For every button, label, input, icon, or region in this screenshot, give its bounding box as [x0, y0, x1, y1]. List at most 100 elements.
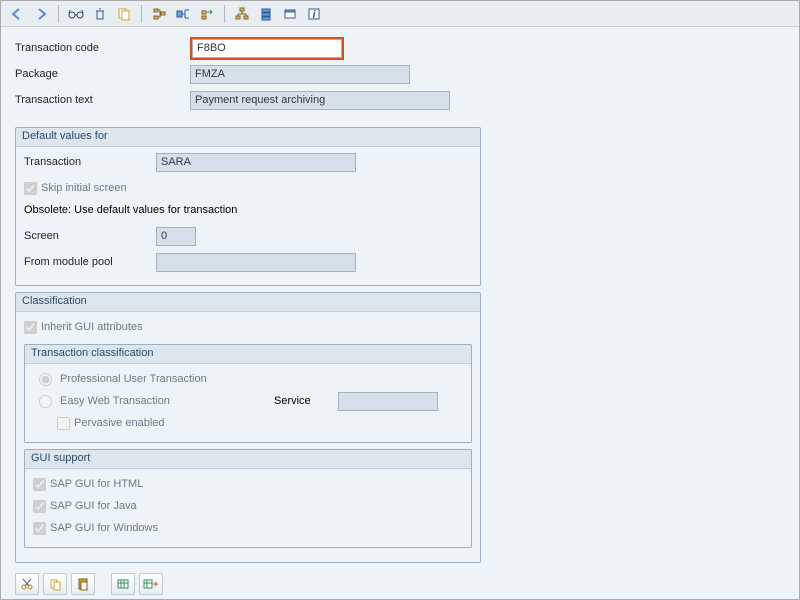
- table1-button[interactable]: [111, 573, 135, 595]
- hierarchy-button[interactable]: [232, 4, 252, 24]
- trash-icon: [93, 7, 107, 21]
- stack-button[interactable]: [256, 4, 276, 24]
- clipboard-copy-icon: [48, 577, 62, 591]
- table-icon: [116, 577, 130, 591]
- defaults-group: Default values for Transaction Skip init…: [15, 127, 481, 286]
- arrow-right-icon: [34, 7, 48, 21]
- copy-icon: [117, 7, 131, 21]
- gui-java-row: SAP GUI for Java: [33, 495, 463, 517]
- package-row: Package: [15, 63, 785, 85]
- classification-body: Inherit GUI attributes Transaction class…: [16, 311, 480, 562]
- ttext-row: Transaction text: [15, 89, 785, 111]
- transaction-label: Transaction: [24, 156, 156, 168]
- separator: [58, 5, 59, 23]
- hierarchy-icon: [235, 7, 249, 21]
- hierarchy-left-icon: [152, 7, 166, 21]
- toolbar: i: [1, 1, 799, 27]
- scissors-icon: [20, 577, 34, 591]
- gui-win-label: SAP GUI for Windows: [50, 522, 158, 534]
- ttext-input: [190, 91, 450, 110]
- glasses-icon: [68, 8, 84, 20]
- gui-body: SAP GUI for HTML SAP GUI for Java SAP GU…: [25, 468, 471, 547]
- defaults-body: Transaction Skip initial screen Obsolete…: [16, 146, 480, 285]
- skip-label: Skip initial screen: [41, 182, 127, 194]
- gui-win-row: SAP GUI for Windows: [33, 517, 463, 539]
- tcode-row: Transaction code: [15, 37, 785, 59]
- prof-row: Professional User Transaction: [33, 368, 463, 390]
- copy-button[interactable]: [114, 4, 134, 24]
- gui-win-checkbox: [33, 522, 46, 535]
- gui-group: GUI support SAP GUI for HTML SAP GUI for…: [24, 449, 472, 548]
- gui-java-label: SAP GUI for Java: [50, 500, 137, 512]
- obsolete-row: Obsolete: Use default values for transac…: [24, 199, 472, 221]
- pervasive-label: Pervasive enabled: [74, 417, 165, 429]
- tclass-body: Professional User Transaction Easy Web T…: [25, 363, 471, 442]
- forward-button[interactable]: [31, 4, 51, 24]
- screen-row: Screen: [24, 225, 472, 247]
- nav-arrow-icon: [200, 7, 214, 21]
- arrow-left-icon: [10, 7, 24, 21]
- clipboard-paste-icon: [76, 577, 90, 591]
- easy-label: Easy Web Transaction: [60, 395, 270, 407]
- prof-label: Professional User Transaction: [60, 373, 207, 385]
- defaults-title: Default values for: [22, 130, 108, 142]
- transaction-row: Transaction: [24, 151, 472, 173]
- frommp-label: From module pool: [24, 256, 156, 268]
- inherit-label: Inherit GUI attributes: [41, 321, 143, 333]
- tclass-title: Transaction classification: [31, 347, 153, 359]
- prof-radio: [39, 373, 52, 386]
- tcode-label: Transaction code: [15, 42, 190, 54]
- table-arrow-icon: [143, 577, 159, 591]
- bottom-toolbar: [15, 573, 163, 595]
- skip-row: Skip initial screen: [24, 177, 472, 199]
- table2-button[interactable]: [139, 573, 163, 595]
- inherit-row: Inherit GUI attributes: [24, 316, 472, 338]
- package-label: Package: [15, 68, 190, 80]
- variant-button[interactable]: [280, 4, 300, 24]
- info-button[interactable]: i: [304, 4, 324, 24]
- gui-title: GUI support: [31, 452, 90, 464]
- header-form: Transaction code Package Transaction tex…: [1, 27, 799, 121]
- cut-button[interactable]: [15, 573, 39, 595]
- separator: [141, 5, 142, 23]
- stack-icon: [259, 7, 273, 21]
- classification-title: Classification: [22, 295, 87, 307]
- tcode-input[interactable]: [192, 39, 342, 58]
- gui-java-checkbox: [33, 500, 46, 513]
- tcode-selection-marker: [190, 37, 344, 60]
- tree-icon: [176, 7, 190, 21]
- gui-html-checkbox: [33, 478, 46, 491]
- paste-button[interactable]: [71, 573, 95, 595]
- transaction-input: [156, 153, 356, 172]
- screen-icon: [283, 7, 297, 21]
- easy-radio: [39, 395, 52, 408]
- copy-clip-button[interactable]: [43, 573, 67, 595]
- screen-input: [156, 227, 196, 246]
- skip-checkbox: [24, 182, 37, 195]
- delete-button[interactable]: [90, 4, 110, 24]
- gui-html-row: SAP GUI for HTML: [33, 473, 463, 495]
- where-used-button[interactable]: [149, 4, 169, 24]
- screen-label: Screen: [24, 230, 156, 242]
- service-input: [338, 392, 438, 411]
- info-icon: i: [307, 7, 321, 21]
- window: i Transaction code Package Transaction t…: [0, 0, 800, 600]
- separator: [224, 5, 225, 23]
- easy-row: Easy Web Transaction Service: [33, 390, 463, 412]
- navigate-button[interactable]: [197, 4, 217, 24]
- inherit-checkbox: [24, 321, 37, 334]
- frommp-input: [156, 253, 356, 272]
- package-input: [190, 65, 410, 84]
- back-button[interactable]: [7, 4, 27, 24]
- ttext-label: Transaction text: [15, 94, 190, 106]
- service-label: Service: [274, 395, 334, 407]
- display-button[interactable]: [66, 4, 86, 24]
- pervasive-checkbox: [57, 417, 70, 430]
- frommp-row: From module pool: [24, 251, 472, 273]
- pervasive-row: Pervasive enabled: [33, 412, 463, 434]
- tclass-group: Transaction classification Professional …: [24, 344, 472, 443]
- classification-group: Classification Inherit GUI attributes Tr…: [15, 292, 481, 563]
- obsolete-text: Obsolete: Use default values for transac…: [24, 204, 237, 216]
- gui-html-label: SAP GUI for HTML: [50, 478, 143, 490]
- object-list-button[interactable]: [173, 4, 193, 24]
